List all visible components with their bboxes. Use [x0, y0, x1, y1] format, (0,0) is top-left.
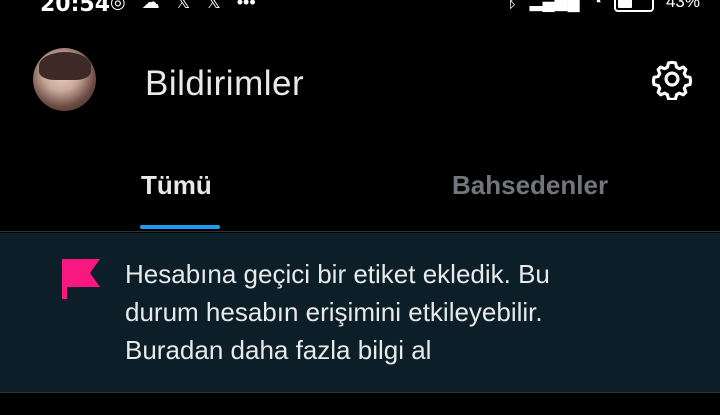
notice-text: Hesabına geçici bir etiket ekledik. Bu d…	[125, 255, 665, 369]
header: Bildirimler	[0, 40, 720, 125]
tab-all[interactable]: Tümü	[141, 170, 212, 201]
notice-line-2: durum hesabın erişimini etkileyebilir.	[125, 297, 543, 327]
battery-percent: 43%	[665, 0, 700, 11]
flag-icon	[62, 259, 100, 299]
status-bar: 20:54 ◎ ☁ 𝕏 𝕏 ••• ᛒ ▂▄▆█ ◔ 43%	[0, 0, 720, 18]
learn-more-link[interactable]: Buradan daha fazla bilgi al	[125, 331, 665, 369]
status-right-icons: ᛒ ▂▄▆█ ◔ 43%	[507, 0, 700, 12]
wifi-icon: ◔	[591, 0, 602, 11]
account-label-notice[interactable]: Hesabına geçici bir etiket ekledik. Bu d…	[0, 233, 720, 393]
checkmark-circle-icon: ◎	[110, 0, 126, 12]
page-title: Bildirimler	[145, 64, 305, 103]
avatar[interactable]	[33, 48, 96, 111]
gear-icon[interactable]	[651, 58, 693, 100]
cloud-icon: ☁	[141, 0, 160, 12]
battery-icon	[613, 0, 654, 12]
notification-tabs: Tümü Bahsedenler	[0, 150, 720, 232]
status-time: 20:54	[40, 0, 111, 17]
bluetooth-icon: ᛒ	[507, 0, 518, 11]
signal-icon: ▂▄▆█	[529, 0, 580, 11]
notice-line-1: Hesabına geçici bir etiket ekledik. Bu	[125, 259, 550, 289]
status-left-icons: ◎ ☁ 𝕏 𝕏 •••	[110, 0, 256, 13]
x-logo-icon: 𝕏	[175, 0, 191, 12]
x-logo-icon-2: 𝕏	[206, 0, 221, 12]
more-dots-icon: •••	[236, 0, 256, 12]
active-tab-indicator	[140, 225, 220, 229]
tab-mentions[interactable]: Bahsedenler	[452, 170, 608, 201]
